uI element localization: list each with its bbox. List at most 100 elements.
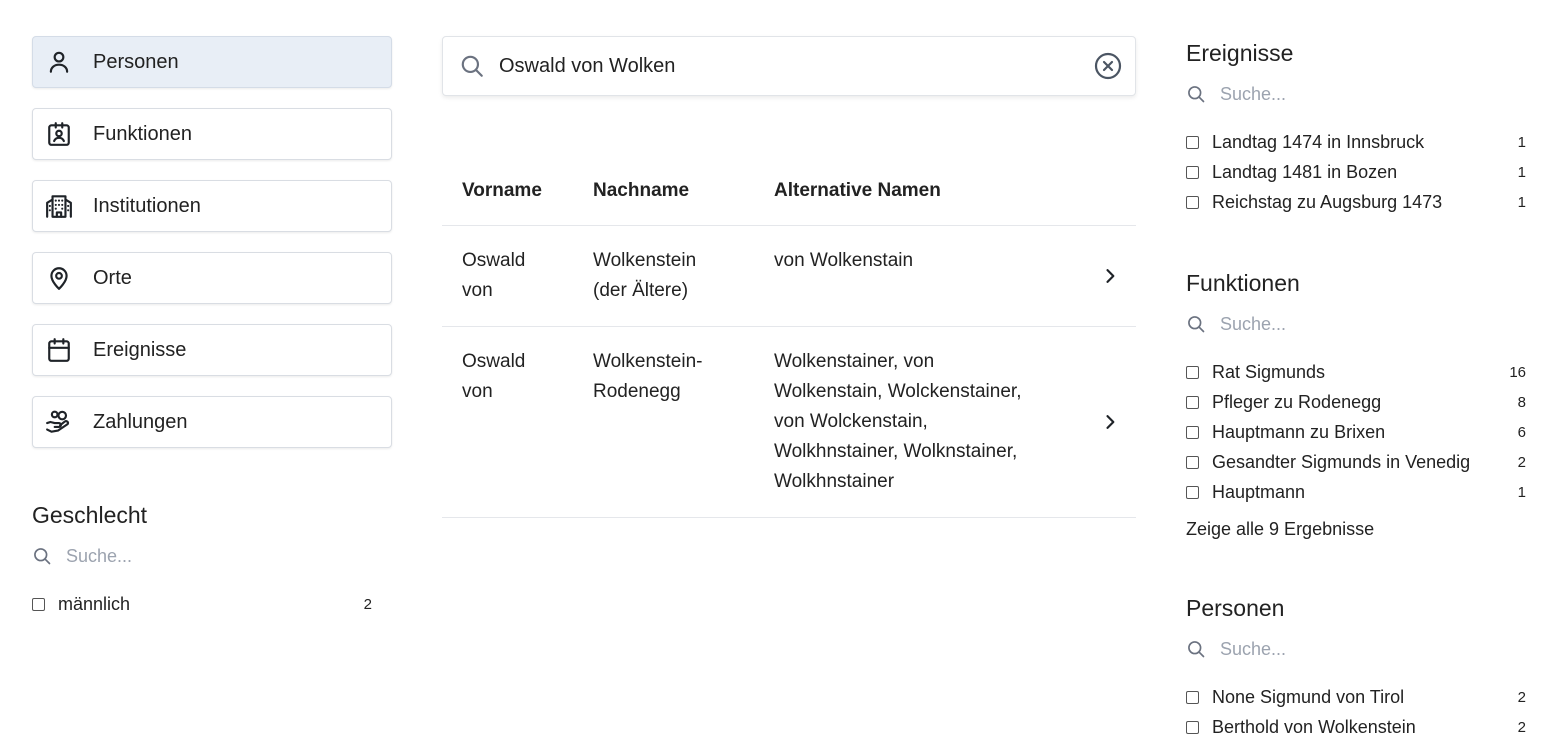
map-pin-icon <box>45 264 73 292</box>
search-icon <box>1188 86 1205 103</box>
facet-search-input[interactable] <box>1220 83 1480 105</box>
facet-option[interactable]: None Sigmund von Tirol 2 <box>1186 682 1526 712</box>
nav-item-institutionen[interactable]: Institutionen <box>32 180 392 232</box>
chevron-right-icon <box>1106 415 1115 429</box>
facet-option[interactable]: Gesandter Sigmunds in Venedig 2 <box>1186 447 1526 477</box>
nav-item-orte[interactable]: Orte <box>32 252 392 304</box>
column-header-alternative-namen[interactable]: Alternative Namen <box>774 180 1084 202</box>
nav-item-label: Personen <box>93 50 179 73</box>
facet-option-count: 1 <box>1517 133 1526 151</box>
facet-option[interactable]: Berthold von Wolkenstein 2 <box>1186 712 1526 740</box>
facet-option-label: Berthold von Wolkenstein <box>1212 716 1416 737</box>
table-row[interactable]: Oswald von Wolkenstein- Rodenegg Wolkens… <box>442 327 1136 518</box>
nav-item-label: Zahlungen <box>93 410 188 433</box>
calendar-icon <box>45 336 73 364</box>
facet-list: None Sigmund von Tirol 2 Berthold von Wo… <box>1186 682 1526 740</box>
facet-list: männlich 2 <box>32 589 372 619</box>
facet-option[interactable]: Landtag 1474 in Innsbruck 1 <box>1186 127 1526 157</box>
cell-line: Wolkenstein <box>593 250 697 271</box>
facet-search-input[interactable] <box>1220 313 1480 335</box>
clear-search-icon[interactable] <box>1093 51 1123 81</box>
checkbox[interactable] <box>1186 425 1199 439</box>
search-icon <box>34 548 51 565</box>
facet-option[interactable]: Reichstag zu Augsburg 1473 1 <box>1186 187 1526 217</box>
facet-option-label: Pfleger zu Rodenegg <box>1212 391 1382 412</box>
facet-title: Ereignisse <box>1186 40 1294 66</box>
open-row-button[interactable] <box>1084 347 1136 497</box>
checkbox[interactable] <box>1186 485 1199 499</box>
facet-option-count: 16 <box>1509 363 1526 381</box>
facet-personen: Personen None Sigmund von Tirol 2 Bertho… <box>1186 595 1526 740</box>
facet-option-count: 2 <box>1517 688 1526 706</box>
facet-option-count: 2 <box>1517 453 1526 471</box>
checkbox[interactable] <box>32 597 45 611</box>
facet-search <box>1186 81 1526 107</box>
person-icon <box>45 48 73 76</box>
facet-search <box>32 543 372 569</box>
results-table: Vorname Nachname Alternative Namen Oswal… <box>442 156 1136 518</box>
facet-option-label: Reichstag zu Augsburg 1473 <box>1212 191 1443 212</box>
cell-nachname: Wolkenstein (der Ältere) <box>593 246 774 306</box>
search-icon <box>1188 641 1205 658</box>
cell-line: Oswald <box>462 351 526 372</box>
cell-alternative-namen: Wolkenstainer, von Wolkenstain, Wolckens… <box>774 347 1084 497</box>
search-input[interactable] <box>499 54 1093 78</box>
cell-alternative-namen: von Wolkenstain <box>774 246 1084 306</box>
facet-funktionen: Funktionen Rat Sigmunds 16 Pfleger zu Ro… <box>1186 270 1526 540</box>
facet-option[interactable]: Pfleger zu Rodenegg 8 <box>1186 387 1526 417</box>
entity-nav: Personen Funktionen Institutionen Orte E… <box>32 36 392 468</box>
checkbox[interactable] <box>1186 195 1199 209</box>
cell-line: Oswald <box>462 250 526 271</box>
checkbox[interactable] <box>1186 690 1199 704</box>
facet-option[interactable]: Rat Sigmunds 16 <box>1186 357 1526 387</box>
table-header: Vorname Nachname Alternative Namen <box>442 156 1136 226</box>
nav-item-ereignisse[interactable]: Ereignisse <box>32 324 392 376</box>
cell-line: Wolkenstein- <box>593 351 703 372</box>
facet-option-count: 6 <box>1517 423 1526 441</box>
cell-line: Wolkenstainer, von <box>774 351 935 372</box>
nav-item-label: Funktionen <box>93 122 192 145</box>
facet-option[interactable]: Landtag 1481 in Bozen 1 <box>1186 157 1526 187</box>
cell-line: Wolkhnstainer <box>774 471 895 492</box>
facet-title: Funktionen <box>1186 270 1300 296</box>
cell-line: von <box>462 381 493 402</box>
nav-item-funktionen[interactable]: Funktionen <box>32 108 392 160</box>
cell-line: Rodenegg <box>593 381 681 402</box>
search-icon <box>461 55 483 77</box>
facet-search-input[interactable] <box>1220 638 1480 660</box>
facet-search <box>1186 636 1526 662</box>
checkbox[interactable] <box>1186 135 1199 149</box>
hand-coins-icon <box>45 408 73 436</box>
show-all-link[interactable]: Zeige alle 9 Ergebnisse <box>1186 519 1526 540</box>
facet-search-input[interactable] <box>66 545 326 567</box>
facet-option-count: 2 <box>1517 718 1526 736</box>
facet-option[interactable]: Hauptmann 1 <box>1186 477 1526 507</box>
facet-search <box>1186 311 1526 337</box>
search-icon <box>1188 316 1205 333</box>
table-row[interactable]: Oswald von Wolkenstein (der Ältere) von … <box>442 226 1136 327</box>
column-header-nachname[interactable]: Nachname <box>593 180 774 202</box>
cell-nachname: Wolkenstein- Rodenegg <box>593 347 774 497</box>
column-header-vorname[interactable]: Vorname <box>442 180 593 202</box>
building-icon <box>45 192 73 220</box>
checkbox[interactable] <box>1186 395 1199 409</box>
facet-option-label: Landtag 1474 in Innsbruck <box>1212 131 1425 152</box>
facet-list: Landtag 1474 in Innsbruck 1 Landtag 1481… <box>1186 127 1526 217</box>
facet-option-label: Landtag 1481 in Bozen <box>1212 161 1398 182</box>
nav-item-personen[interactable]: Personen <box>32 36 392 88</box>
checkbox[interactable] <box>1186 720 1199 734</box>
facet-option[interactable]: Hauptmann zu Brixen 6 <box>1186 417 1526 447</box>
cell-line: Wolkhnstainer, Wolknstainer, <box>774 441 1018 462</box>
checkbox[interactable] <box>1186 365 1199 379</box>
facet-option[interactable]: männlich 2 <box>32 589 372 619</box>
facet-option-count: 1 <box>1517 193 1526 211</box>
checkbox[interactable] <box>1186 455 1199 469</box>
open-row-button[interactable] <box>1084 246 1136 306</box>
facet-title: Personen <box>1186 595 1285 621</box>
chevron-right-icon <box>1106 269 1115 283</box>
facet-option-label: None Sigmund von Tirol <box>1212 686 1405 707</box>
checkbox[interactable] <box>1186 165 1199 179</box>
main-search <box>442 36 1136 96</box>
nav-item-zahlungen[interactable]: Zahlungen <box>32 396 392 448</box>
cell-line: von Wolckenstain, <box>774 411 928 432</box>
